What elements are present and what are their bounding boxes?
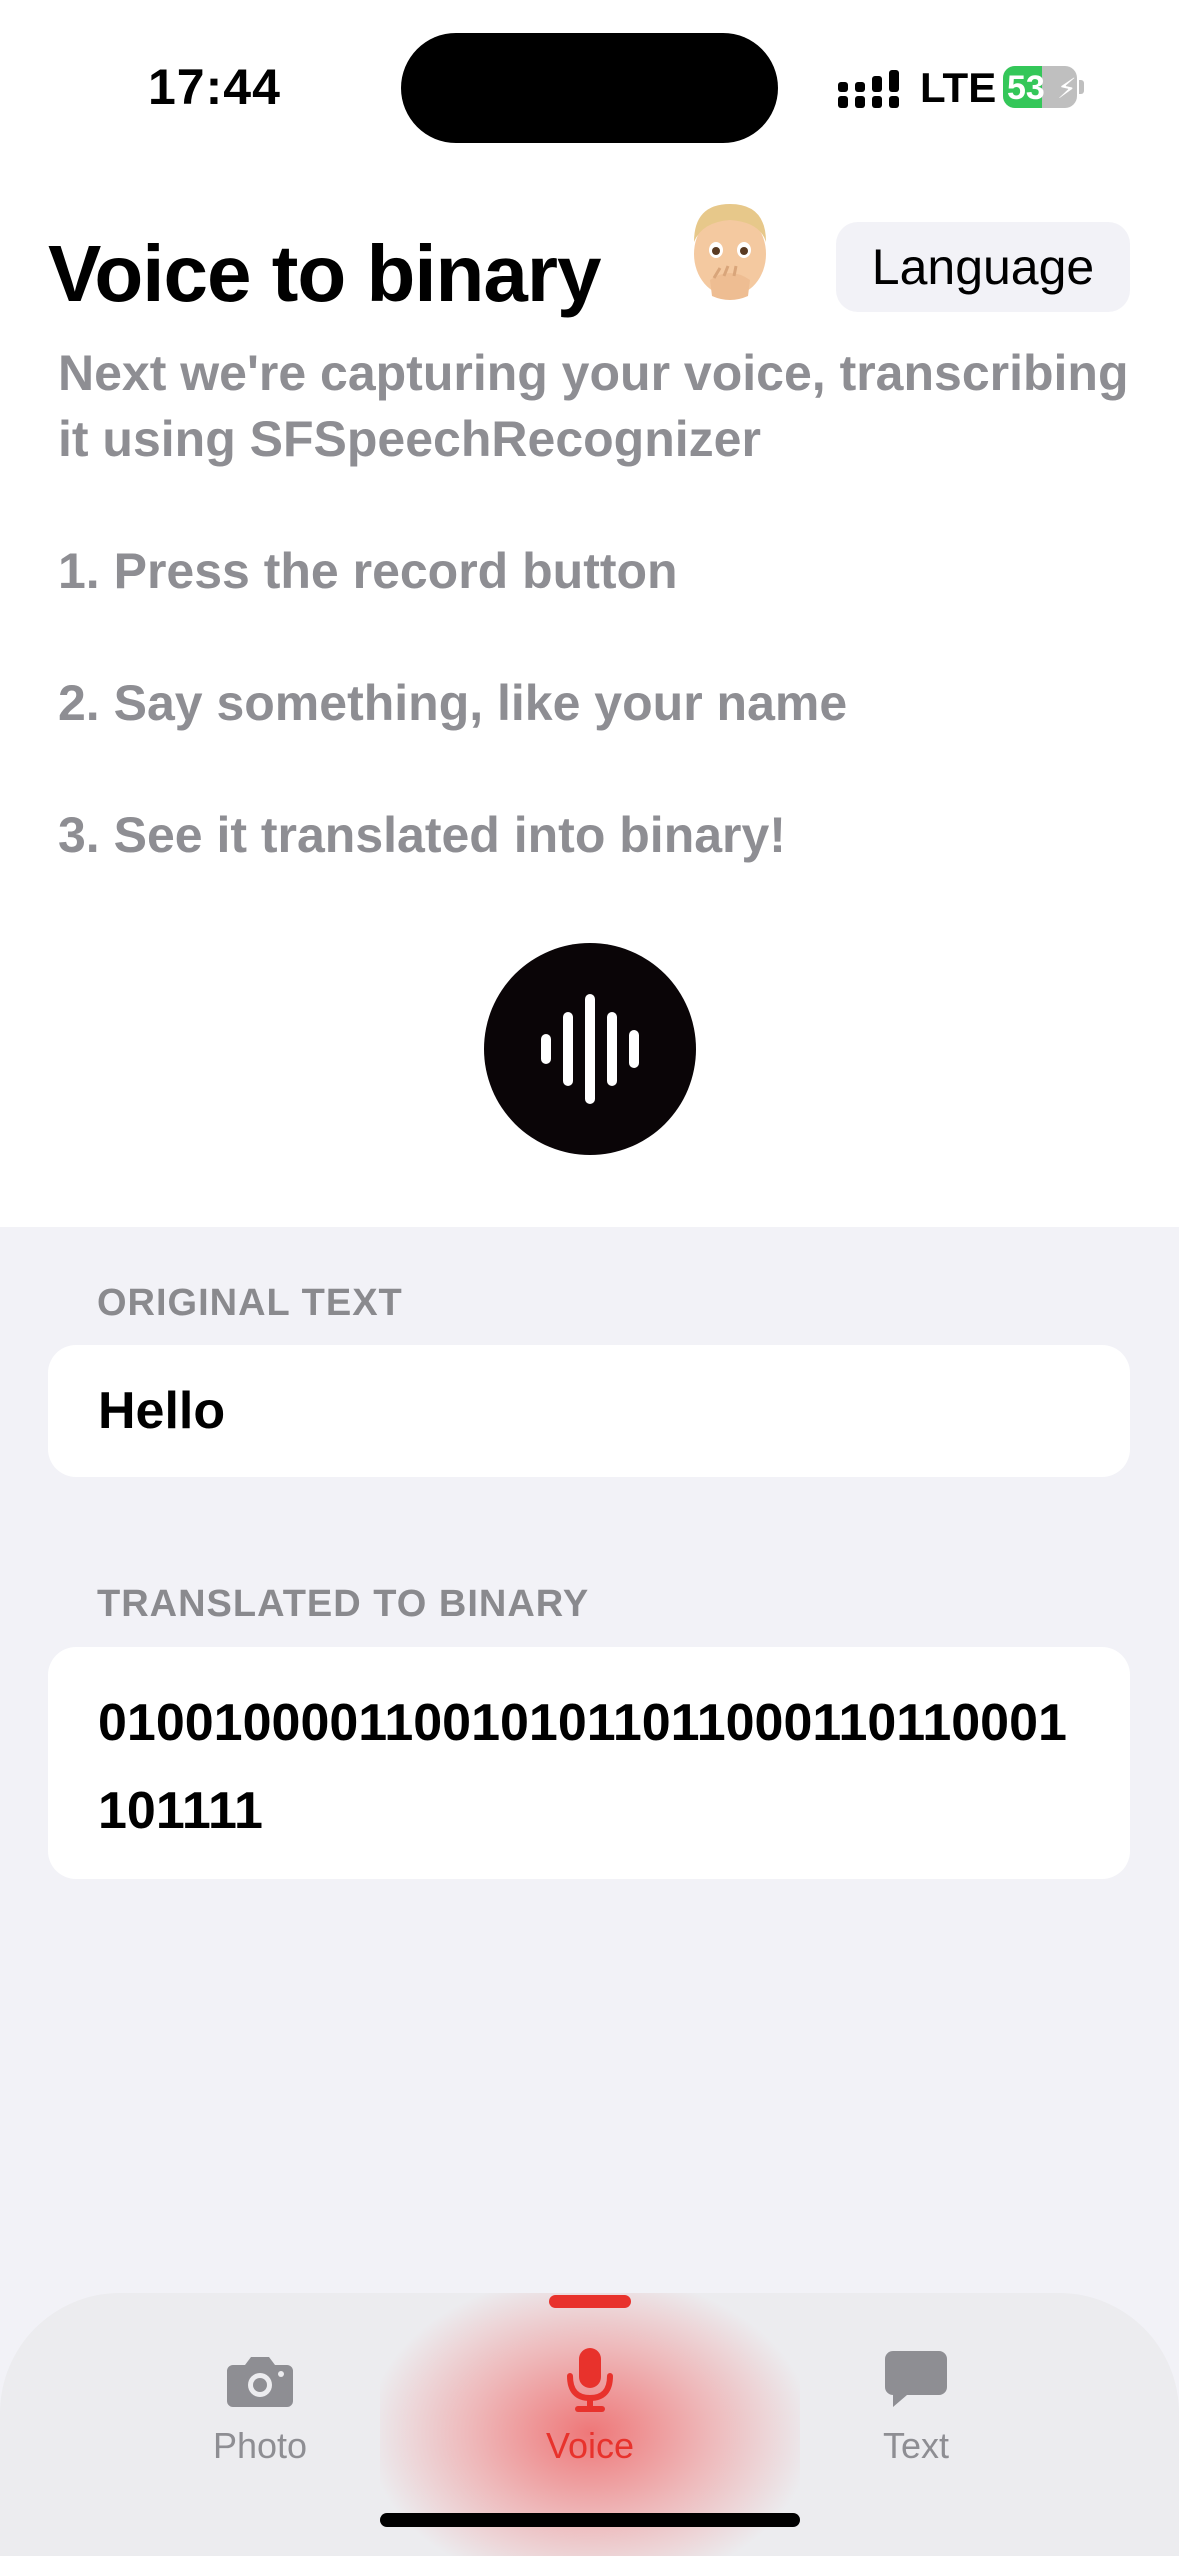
tab-label: Photo [212,2425,308,2466]
tab-label: Text [882,2425,950,2466]
tab-voice[interactable]: Voice [490,2345,690,2467]
camera-icon [227,2357,293,2407]
instructions-intro: Next we're capturing your voice, transcr… [58,345,1129,467]
waveform-icon [541,994,639,1104]
page-title: Voice to binary [48,229,602,318]
status-time: 17:44 [148,59,281,115]
home-indicator[interactable] [380,2513,800,2527]
message-bubble-icon [885,2351,947,2407]
record-button[interactable] [484,943,696,1155]
tab-text[interactable]: Text [816,2345,1016,2467]
instructions: Next we're capturing your voice, transcr… [58,340,1168,934]
dynamic-island [401,33,778,143]
binary-output-value: 0100100001100101011011000110110001101111 [98,1694,1067,1840]
network-type: LTE [920,64,997,111]
cellular-signal-icon [838,70,899,108]
active-tab-indicator [549,2295,631,2308]
memoji-avatar-icon[interactable] [680,196,780,308]
microphone-icon [567,2348,613,2412]
language-button[interactable]: Language [836,222,1130,312]
binary-output-field[interactable]: 0100100001100101011011000110110001101111 [48,1647,1130,1879]
tab-photo[interactable]: Photo [160,2345,360,2467]
instruction-step: 2. Say something, like your name [58,675,848,731]
battery-icon: 53 ⚡ [1003,66,1084,108]
charging-bolt-icon: ⚡ [1057,73,1077,104]
original-text-header: ORIGINAL TEXT [97,1282,403,1324]
tab-label: Voice [545,2425,635,2466]
original-text-field[interactable]: Hello [48,1345,1130,1477]
binary-header: TRANSLATED TO BINARY [97,1583,590,1625]
battery-percent: 53 [1007,69,1045,107]
original-text-value: Hello [98,1382,226,1440]
instruction-step: 3. See it translated into binary! [58,807,786,863]
instruction-step: 1. Press the record button [58,543,678,599]
